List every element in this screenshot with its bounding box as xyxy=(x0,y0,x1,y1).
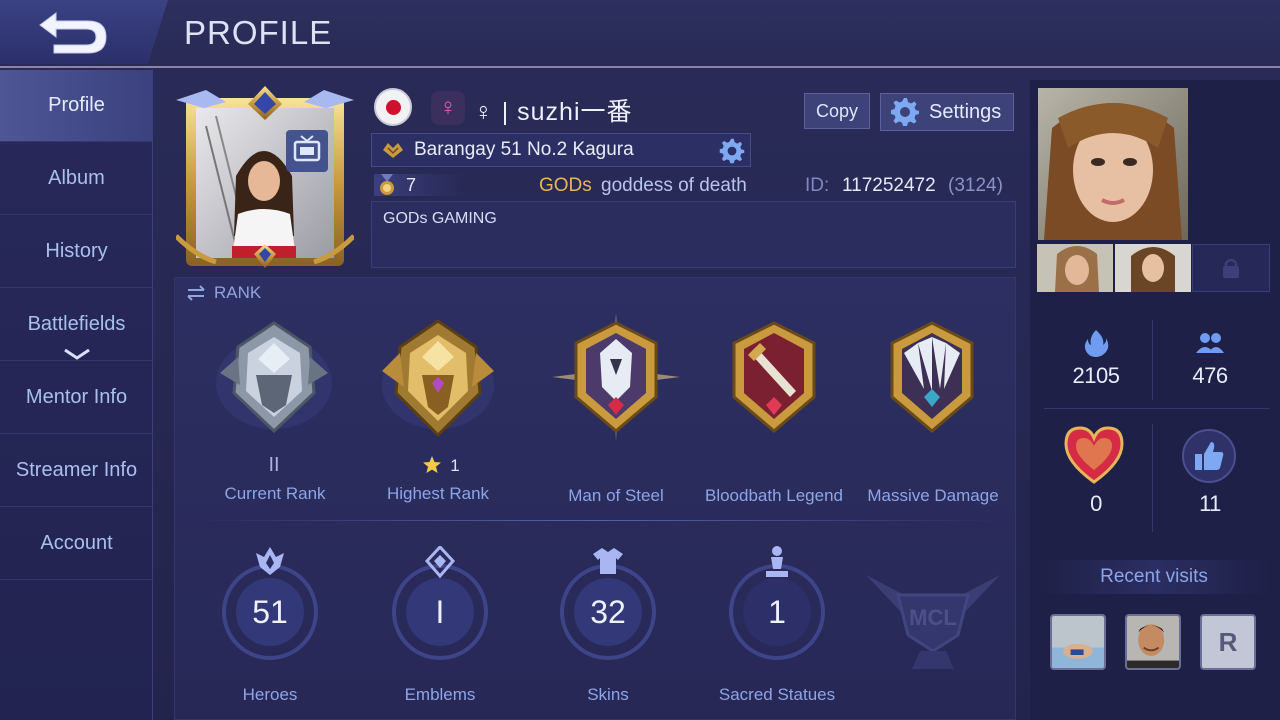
level-value: 7 xyxy=(406,175,417,195)
visitor-avatar[interactable] xyxy=(1125,614,1181,670)
thumbs-up-icon[interactable] xyxy=(1181,428,1237,484)
heroes-label: Heroes xyxy=(242,685,298,704)
page-title: PROFILE xyxy=(184,14,333,51)
top-bar: PROFILE xyxy=(0,0,1280,68)
visitor-avatar-initial[interactable]: R xyxy=(1200,614,1256,670)
swap-icon[interactable] xyxy=(186,285,206,301)
sacred-statues-count: 1 xyxy=(768,594,786,630)
star-icon xyxy=(423,456,441,473)
id-label: ID: xyxy=(805,175,830,196)
followers-value: 476 xyxy=(1192,363,1228,388)
squad-emblem-icon xyxy=(383,143,403,158)
mcl-logo[interactable]: MCL xyxy=(862,555,1004,673)
highest-rank-stars: 1 xyxy=(450,456,460,475)
album-thumbnail[interactable] xyxy=(1037,244,1113,292)
copy-button[interactable]: Copy xyxy=(804,93,870,129)
skins-icon xyxy=(593,548,623,574)
popularity-stat: 2105 xyxy=(1073,363,1120,389)
visitor-avatar[interactable] xyxy=(1050,614,1106,670)
current-rank-badge-icon[interactable] xyxy=(210,313,338,441)
username: ♀ | suzhi一番 xyxy=(474,98,633,126)
back-arrow-icon xyxy=(39,12,107,54)
squad-name: Barangay 51 No.2 Kagura xyxy=(414,139,634,160)
id-value[interactable]: 117252472 xyxy=(842,175,936,197)
tag-title: goddess of death xyxy=(601,175,747,196)
statue-icon xyxy=(766,546,788,577)
sidebar-item-account[interactable]: Account xyxy=(0,508,153,580)
album-thumbnail[interactable] xyxy=(1115,244,1191,292)
thumbs-up-value: 11 xyxy=(1199,491,1221,516)
heart-likes-value: 0 xyxy=(1090,491,1102,516)
divider xyxy=(1044,408,1270,409)
followers-icon xyxy=(1196,333,1224,353)
sidebar-item-streamer-info[interactable]: Streamer Info xyxy=(0,435,153,507)
highest-rank-badge-icon[interactable] xyxy=(374,313,502,441)
sacred-statues-label: Sacred Statues xyxy=(718,685,836,704)
tv-icon[interactable] xyxy=(286,130,328,172)
sidebar-item-mentor-info[interactable]: Mentor Info xyxy=(0,362,153,434)
emblems-label: Emblems xyxy=(404,685,476,704)
settings-button[interactable]: Settings xyxy=(880,93,1014,131)
chevron-down-icon[interactable] xyxy=(63,348,91,360)
achievement-label-man-of-steel: Man of Steel xyxy=(568,486,664,505)
achievement-label-bloodbath-legend: Bloodbath Legend xyxy=(704,486,844,505)
server-id: (3124) xyxy=(948,175,1003,196)
level-row: 7 GODs goddess of death xyxy=(374,174,764,196)
thumbs-up-stat: 11 xyxy=(1199,491,1221,517)
bloodbath-legend-medal-icon[interactable] xyxy=(710,313,838,441)
highest-rank-label: Highest Rank xyxy=(386,484,490,503)
gender-female-icon: ♀ xyxy=(431,91,465,125)
squad-bar[interactable]: Barangay 51 No.2 Kagura xyxy=(371,133,751,167)
signature-text: GODs GAMING xyxy=(383,210,497,227)
divider xyxy=(1152,424,1153,532)
album-slot-locked[interactable] xyxy=(1192,244,1270,292)
sidebar-item-profile[interactable]: Profile xyxy=(0,70,153,142)
signature-box[interactable]: GODs GAMING xyxy=(371,201,1016,268)
current-rank-label: Current Rank xyxy=(224,484,326,503)
emblem-icon xyxy=(425,546,455,578)
heart-icon[interactable] xyxy=(1062,424,1126,486)
emblems-count: I xyxy=(435,594,445,630)
divider xyxy=(190,520,1004,521)
flame-icon xyxy=(1084,330,1109,357)
heart-stat: 0 xyxy=(1090,491,1102,517)
sidebar-item-history[interactable]: History xyxy=(0,216,153,288)
recent-visits-title: Recent visits xyxy=(1038,560,1270,594)
tag-name: GODs xyxy=(539,175,592,196)
settings-label: Settings xyxy=(929,100,1002,123)
heroes-icon xyxy=(256,547,284,575)
achievement-label-massive-damage: Massive Damage xyxy=(867,486,999,505)
medal-icon xyxy=(380,174,394,195)
massive-damage-medal-icon[interactable] xyxy=(868,313,996,441)
gear-icon xyxy=(891,98,919,126)
avatar-frame[interactable] xyxy=(176,86,354,272)
divider xyxy=(1152,320,1153,400)
man-of-steel-medal-icon[interactable] xyxy=(552,313,680,441)
heroes-count: 51 xyxy=(252,594,288,630)
followers-stat[interactable]: 476 xyxy=(1192,363,1228,389)
skins-label: Skins xyxy=(587,685,629,704)
mcl-logo-text: MCL xyxy=(909,605,957,630)
sidebar-item-album[interactable]: Album xyxy=(0,143,153,215)
back-button[interactable] xyxy=(0,0,168,64)
squad-settings-gear-icon[interactable] xyxy=(718,137,746,165)
rank-header-label: RANK xyxy=(214,283,262,302)
rank-header: RANK xyxy=(186,283,261,303)
skins-count: 32 xyxy=(590,594,626,630)
current-rank-tier: II xyxy=(268,454,280,476)
country-flag-icon xyxy=(374,88,412,126)
profile-photo-main[interactable] xyxy=(1038,88,1188,240)
popularity-value: 2105 xyxy=(1072,363,1120,388)
sidebar: Profile Album History Battlefields Mento… xyxy=(0,70,153,720)
lock-icon xyxy=(1223,258,1239,278)
